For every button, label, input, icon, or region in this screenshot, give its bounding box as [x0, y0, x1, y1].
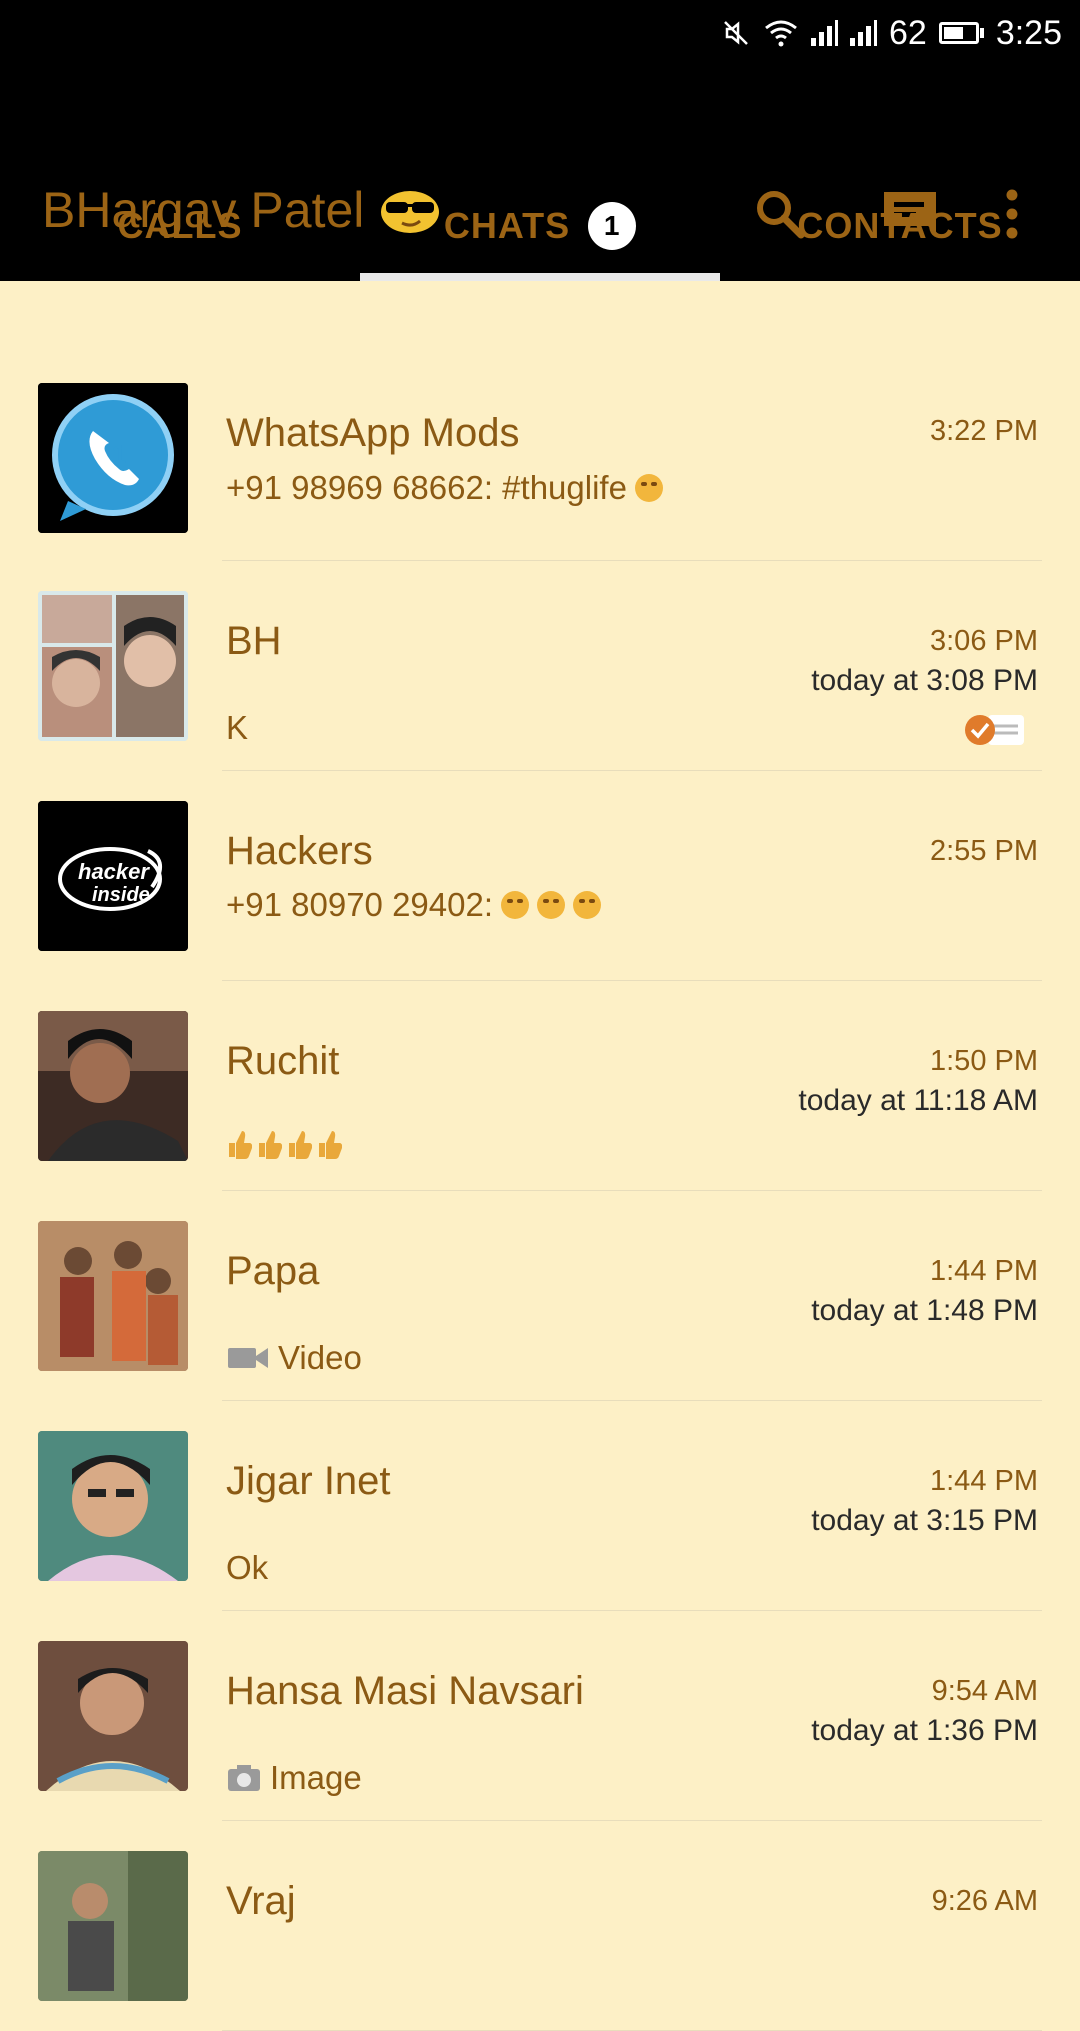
scheduled-time: today at 11:18 AM [798, 1084, 1038, 1117]
chat-time: 9:26 AM [931, 1885, 1038, 1917]
tab-label: CALLS [117, 205, 243, 246]
scheduled-time: today at 3:08 PM [811, 664, 1038, 697]
chat-row[interactable]: BH 3:06 PM today at 3:08 PM K [0, 561, 1080, 771]
person-photo-icon [38, 1431, 188, 1581]
avatar[interactable] [38, 1641, 188, 1791]
scheduled-time: today at 1:48 PM [811, 1294, 1038, 1327]
laughing-emoji-icon [537, 891, 566, 919]
avatar[interactable] [38, 1011, 188, 1161]
chat-preview: Ok [226, 1549, 268, 1587]
svg-text:hacker: hacker [78, 859, 150, 884]
wifi-icon [765, 20, 797, 47]
video-icon [228, 1348, 268, 1368]
thumbs-up-emoji-icon [319, 1131, 342, 1159]
chat-time: 9:54 AM [931, 1675, 1038, 1707]
chat-time: 3:22 PM [930, 415, 1038, 447]
chat-list: 1 WhatsApp Mods 3:22 PM +91 98969 68662:… [0, 351, 1080, 2031]
chat-time: 3:06 PM [930, 625, 1038, 657]
whatsapp-mods-logo-icon: 1 [38, 383, 188, 533]
tab-label: CHATS [443, 205, 571, 246]
hacker-inside-logo-icon: hacker inside [38, 801, 188, 951]
tab-chats[interactable]: CHATS 1 [360, 171, 720, 281]
signal-icon [849, 20, 877, 46]
laughing-emoji-icon [573, 891, 602, 919]
mute-icon [724, 21, 748, 45]
scheduled-time: today at 3:15 PM [811, 1504, 1038, 1537]
chat-preview: +91 80970 29402: [226, 886, 602, 924]
person-photo-icon [38, 1011, 188, 1161]
tab-contacts[interactable]: CONTACTS [720, 171, 1080, 281]
chat-time: 1:50 PM [930, 1045, 1038, 1077]
preview-text: Image [270, 1759, 362, 1796]
person-photo-icon [38, 1851, 188, 2001]
battery-icon [938, 22, 984, 44]
preview-text: +91 80970 29402: [226, 886, 494, 923]
tab-label: CONTACTS [797, 205, 1003, 246]
status-bar: 62 3:25 [0, 0, 1080, 66]
tab-bar: CALLS CHATS 1 CONTACTS [0, 171, 1080, 281]
chat-row[interactable]: 1 WhatsApp Mods 3:22 PM +91 98969 68662:… [0, 351, 1080, 561]
chat-name: WhatsApp Mods [226, 411, 520, 455]
preview-text: Video [278, 1339, 362, 1376]
chat-preview: Video [226, 1339, 362, 1377]
chat-time: 1:44 PM [930, 1255, 1038, 1287]
signal-icon [810, 20, 838, 46]
chat-preview: K [226, 709, 248, 747]
avatar[interactable] [38, 1851, 188, 2001]
app-bar: BHargav Patel CALLS CHATS 1 CONTACTS [0, 66, 1080, 281]
chat-preview [226, 1129, 342, 1159]
scheduled-check-icon [965, 715, 1024, 745]
chat-preview: Image [226, 1759, 362, 1797]
svg-text:inside: inside [92, 884, 150, 906]
person-photo-icon [38, 1641, 188, 1791]
chat-row[interactable]: Jigar Inet 1:44 PM today at 3:15 PM Ok [0, 1401, 1080, 1611]
thumbs-up-emoji-icon [289, 1131, 312, 1159]
svg-text:1: 1 [112, 439, 126, 469]
unread-badge: 1 [588, 202, 637, 250]
preview-text: K [226, 709, 249, 746]
thumbs-up-emoji-icon [259, 1131, 282, 1159]
preview-text: Ok [226, 1549, 269, 1586]
chat-name: Hansa Masi Navsari [226, 1669, 584, 1713]
chat-preview: +91 98969 68662: #thuglife [226, 469, 663, 507]
thumbs-up-emoji-icon [229, 1131, 252, 1159]
avatar[interactable]: 1 [38, 383, 188, 533]
chat-name: Ruchit [226, 1039, 340, 1083]
collage-photo-icon [38, 591, 188, 741]
chat-name: Hackers [226, 829, 373, 873]
chat-name: Vraj [226, 1879, 296, 1923]
chat-time: 2:55 PM [930, 835, 1038, 867]
chat-name: Papa [226, 1249, 320, 1293]
chat-row[interactable]: hacker inside Hackers 2:55 PM +91 80970 … [0, 771, 1080, 981]
chat-row[interactable]: Ruchit 1:50 PM today at 11:18 AM [0, 981, 1080, 1191]
scheduled-time: today at 1:36 PM [811, 1714, 1038, 1747]
tab-calls[interactable]: CALLS [0, 171, 360, 281]
group-photo-icon [38, 1221, 188, 1371]
avatar[interactable] [38, 591, 188, 741]
clock: 3:25 [995, 13, 1062, 52]
avatar[interactable] [38, 1221, 188, 1371]
chat-time: 1:44 PM [930, 1465, 1038, 1497]
chat-row[interactable]: Hansa Masi Navsari 9:54 AM today at 1:36… [0, 1611, 1080, 1821]
laughing-emoji-icon [501, 891, 530, 919]
avatar[interactable] [38, 1431, 188, 1581]
chat-row[interactable]: Vraj 9:26 AM [0, 1821, 1080, 2031]
preview-text: +91 98969 68662: #thuglife [226, 469, 627, 506]
grimace-emoji-icon [634, 474, 663, 502]
chat-name: BH [226, 619, 282, 663]
battery-percent: 62 [888, 13, 927, 52]
chat-row[interactable]: Papa 1:44 PM today at 1:48 PM Video [0, 1191, 1080, 1401]
avatar[interactable]: hacker inside [38, 801, 188, 951]
chat-name: Jigar Inet [226, 1459, 391, 1503]
camera-icon [228, 1765, 260, 1791]
